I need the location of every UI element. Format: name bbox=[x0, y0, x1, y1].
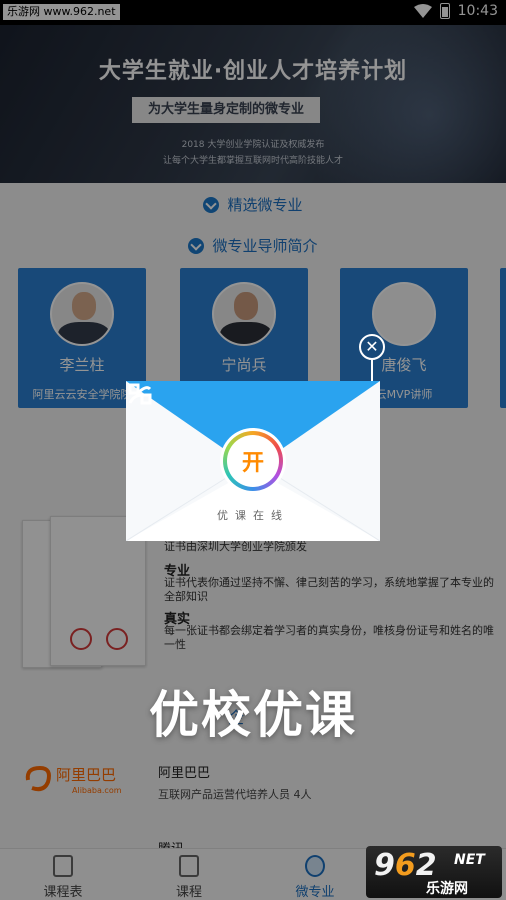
dialog-tagline: 优课在线 bbox=[217, 509, 289, 522]
close-button[interactable]: ✕ bbox=[359, 334, 385, 360]
close-connector bbox=[371, 360, 373, 381]
open-button[interactable]: 开 bbox=[223, 431, 283, 491]
badge-label: 乐游网 bbox=[426, 881, 468, 897]
site-badge: 962 NET 乐游网 bbox=[366, 846, 502, 898]
badge-net: NET bbox=[454, 852, 485, 868]
envelope-dialog: 开 优课在线 bbox=[126, 381, 380, 541]
app-logo-icon bbox=[128, 383, 152, 405]
promo-title: 优校优课 bbox=[149, 686, 357, 744]
